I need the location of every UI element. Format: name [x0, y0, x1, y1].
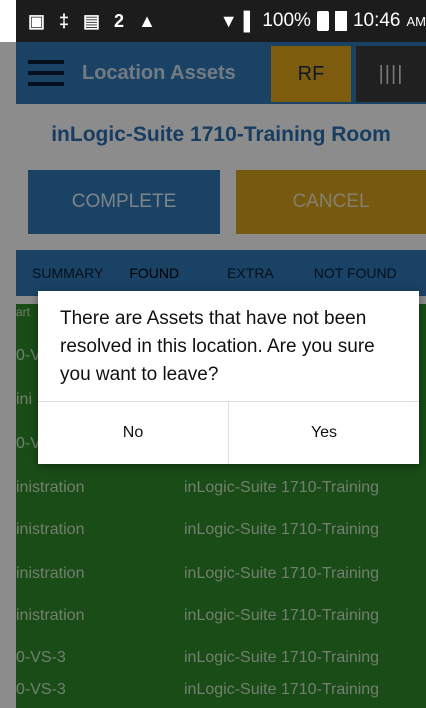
status-bar: ▣ ‡ ▤ 2 ▲ ▼ ▌ 100% 10:46 AM — [16, 0, 426, 42]
clock: 10:46 — [352, 10, 401, 31]
system-icons: ▼ ▌ 100% 10:46 AM — [220, 10, 426, 32]
signal-icon: ▌ — [243, 10, 257, 31]
battery-percent: 100% — [262, 10, 311, 31]
sim-icon — [334, 11, 347, 31]
notification-icon: ‡ — [59, 10, 70, 31]
warning-icon: ▲ — [138, 10, 156, 31]
notification-icon: ▤ — [83, 10, 101, 31]
battery-icon — [316, 11, 329, 31]
clock-ampm: AM — [406, 13, 426, 29]
confirm-leave-dialog: There are Assets that have not been reso… — [38, 291, 419, 464]
no-button[interactable]: No — [38, 402, 228, 464]
notification-icon: 2 — [114, 10, 125, 31]
dialog-message: There are Assets that have not been reso… — [60, 308, 375, 385]
yes-button[interactable]: Yes — [229, 402, 419, 464]
notification-icon: ▣ — [28, 10, 46, 31]
wifi-icon: ▼ — [219, 10, 238, 31]
notification-icons: ▣ ‡ ▤ 2 ▲ — [16, 11, 156, 32]
